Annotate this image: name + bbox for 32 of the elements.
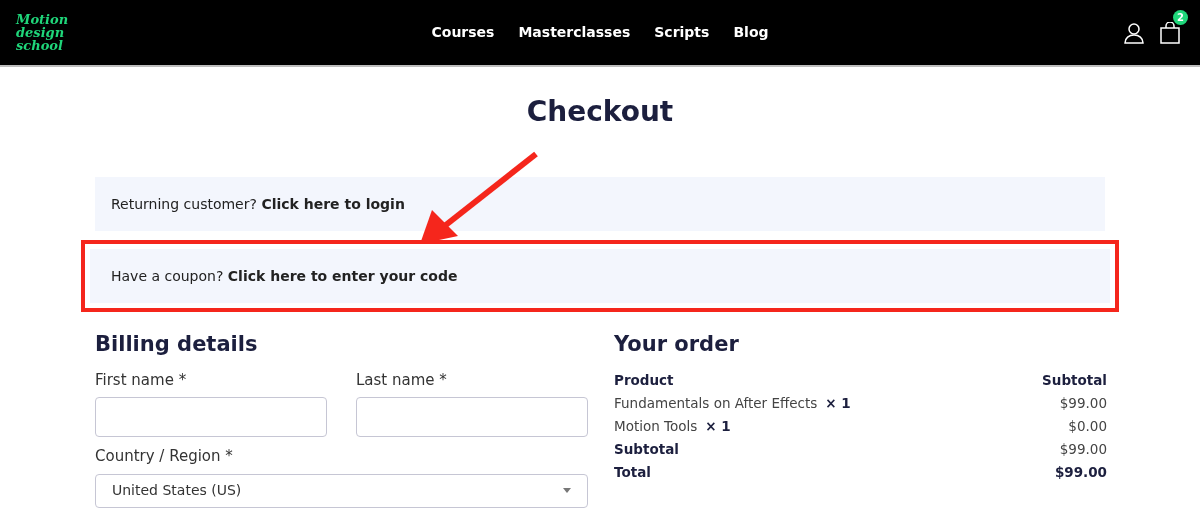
quantity: × 1 (705, 416, 731, 436)
amount: $0.00 (1068, 416, 1107, 436)
column-header: Product (614, 370, 674, 390)
nav-link[interactable]: Courses (431, 22, 495, 43)
row-label: Motion Tools (614, 416, 698, 436)
shopping-bag-icon[interactable] (1160, 21, 1180, 44)
field-label: Country / Region * (95, 446, 234, 467)
amount: $99.00 (1059, 393, 1107, 413)
nav-link[interactable]: Blog (733, 22, 769, 43)
section-heading: Billing details (95, 331, 259, 358)
cart-count-badge: 2 (1173, 9, 1188, 25)
caret-icon (563, 488, 571, 493)
row-label: Fundamentals on After Effects (614, 393, 818, 413)
section-heading: Your order (614, 331, 740, 358)
page-title: Checkout (525, 94, 675, 130)
amount: $99.00 (1059, 439, 1107, 459)
country-select[interactable]: United States (US) (95, 473, 588, 508)
column-header: Subtotal (1042, 370, 1107, 390)
field-label: Last name * (356, 369, 448, 391)
notice-text: Returning customer? Click here to login (111, 194, 405, 214)
notice-text: Have a coupon? Click here to enter your code (111, 266, 458, 286)
row-label: Subtotal (614, 439, 679, 459)
input-field[interactable] (356, 397, 588, 437)
amount: $99.00 (1054, 462, 1107, 482)
user-icon[interactable] (1124, 21, 1144, 44)
nav-link[interactable]: Masterclasses (518, 22, 631, 43)
input-field[interactable] (95, 397, 327, 437)
row-label: Total (614, 462, 651, 482)
nav-link[interactable]: Scripts (654, 22, 710, 43)
field-label: First name * (95, 369, 188, 391)
logo[interactable]: Motion design school (16, 13, 72, 52)
quantity: × 1 (825, 393, 851, 413)
